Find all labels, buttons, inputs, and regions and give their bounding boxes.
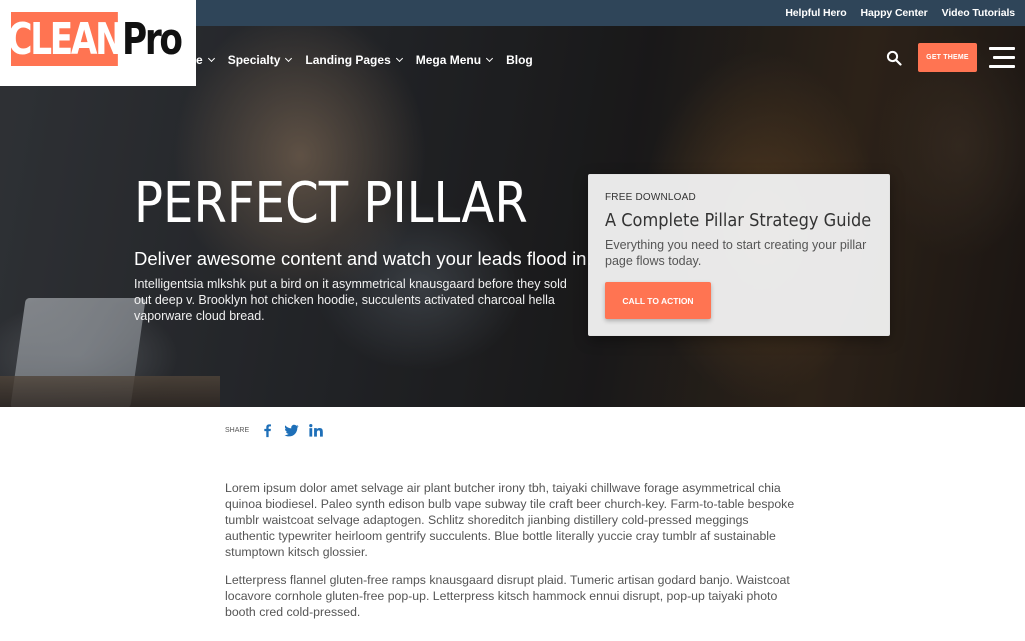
- hero-body-text: Intelligentsia mlkshk put a bird on it a…: [134, 277, 567, 323]
- nav-item-landing-pages[interactable]: Landing Pages: [305, 53, 403, 67]
- cta-eyebrow: FREE DOWNLOAD: [605, 192, 696, 203]
- utility-link-video-tutorials[interactable]: Video Tutorials: [942, 7, 1015, 19]
- hero-title: PERFECT PILLAR: [134, 171, 528, 236]
- nav-item-label: Specialty: [227, 53, 281, 67]
- call-to-action-button[interactable]: CALL TO ACTION: [605, 282, 711, 319]
- nav-item-label: Mega Menu: [415, 53, 482, 67]
- nav-item-label: Landing Pages: [305, 53, 391, 67]
- cta-card: FREE DOWNLOAD A Complete Pillar Strategy…: [588, 174, 890, 336]
- article-paragraph: Lorem ipsum dolor amet selvage air plant…: [225, 481, 795, 559]
- cta-title: A Complete Pillar Strategy Guide: [605, 210, 872, 231]
- hero-subtitle: Deliver awesome content and watch your l…: [134, 248, 592, 269]
- nav-item-mega-menu[interactable]: Mega Menu: [415, 53, 494, 67]
- nav-item-specialty[interactable]: Specialty: [227, 53, 293, 67]
- utility-link-helpful-hero[interactable]: Helpful Hero: [785, 7, 846, 19]
- article-paragraph: Letterpress flannel gluten-free ramps kn…: [225, 573, 790, 619]
- logo-clean-text: CLEAN: [7, 12, 124, 66]
- article-content: Lorem ipsum dolor amet selvage air plant…: [225, 480, 800, 632]
- search-icon[interactable]: [886, 50, 902, 66]
- share-label: SHARE: [225, 427, 250, 434]
- linkedin-icon[interactable]: [308, 423, 323, 438]
- utility-link-happy-center[interactable]: Happy Center: [861, 7, 928, 19]
- site-logo[interactable]: CLEAN Pro: [0, 0, 196, 86]
- share-bar: SHARE: [225, 423, 323, 438]
- twitter-icon[interactable]: [284, 423, 299, 438]
- main-nav: e Specialty Landing Pages Mega Menu Blog: [196, 50, 533, 70]
- logo-pro-text: Pro: [122, 13, 183, 65]
- nav-item-home[interactable]: e: [196, 53, 215, 67]
- hamburger-icon[interactable]: [989, 46, 1015, 70]
- get-theme-button[interactable]: GET THEME: [918, 43, 977, 72]
- chevron-down-icon: [486, 54, 494, 63]
- chevron-down-icon: [285, 54, 293, 63]
- cta-description: Everything you need to start creating yo…: [605, 238, 867, 268]
- nav-item-label: e: [196, 53, 203, 67]
- facebook-icon[interactable]: [260, 423, 275, 438]
- nav-item-blog[interactable]: Blog: [506, 53, 533, 67]
- nav-item-label: Blog: [506, 53, 533, 67]
- chevron-down-icon: [207, 54, 215, 63]
- chevron-down-icon: [395, 54, 403, 63]
